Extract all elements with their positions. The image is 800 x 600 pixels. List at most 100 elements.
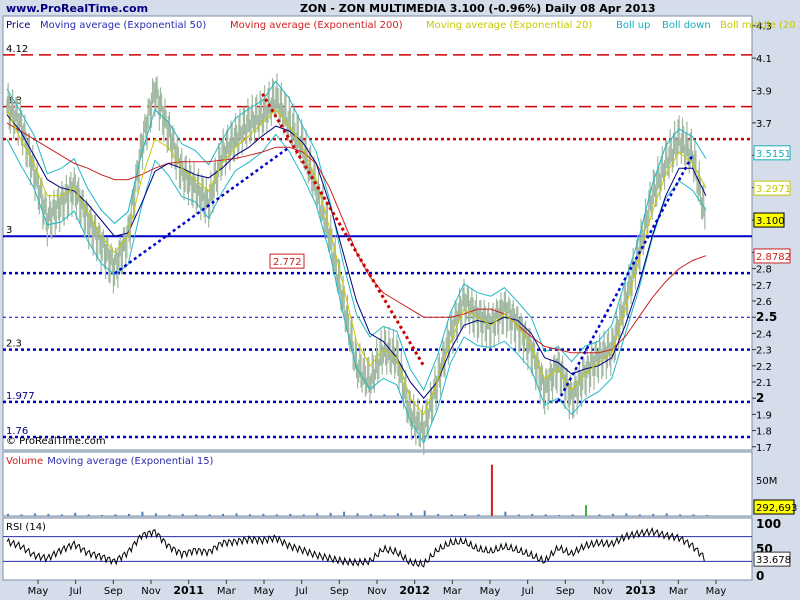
right-value-label: 2.8782 [756, 252, 791, 263]
volume-bar [20, 514, 23, 516]
volume-bar [692, 514, 695, 516]
volume-bar [706, 514, 708, 516]
volume-bar [114, 514, 117, 516]
chart-header: ZON - ZON MULTIMEDIA 3.100 (-0.96%) Dail… [300, 2, 656, 15]
site-link: www.ProRealTime.com [6, 2, 148, 15]
volume-bar [665, 513, 668, 516]
volume-bar [87, 514, 90, 516]
price-tick-label: 2.2 [756, 362, 772, 373]
volume-bar [625, 513, 628, 516]
volume-bar [127, 513, 130, 516]
rsi-panel [2, 517, 753, 581]
volume-bar [222, 513, 225, 516]
price-tick-label: 2.7 [756, 281, 772, 292]
chart-canvas: www.ProRealTime.com ZON - ZON MULTIMEDIA … [2, 2, 800, 597]
volume-bar [585, 505, 588, 516]
volume-bar [410, 512, 413, 516]
legend-price-item: Boll down [662, 20, 711, 31]
volume-bar [7, 513, 9, 516]
level-label: 4.12 [6, 44, 28, 55]
volume-value-label: 292,693 [756, 503, 797, 514]
x-tick-label: Jul [69, 586, 82, 597]
x-tick-label: Jul [295, 586, 308, 597]
volume-bar [531, 513, 534, 516]
volume-tick-label: 50M [756, 476, 777, 487]
x-tick-label: May [706, 586, 727, 597]
x-tick-label: Nov [141, 586, 161, 597]
volume-bar [571, 514, 574, 516]
volume-bar [423, 510, 426, 516]
volume-bar [477, 514, 480, 516]
price-tick-label: 2 [756, 391, 764, 405]
legend-price-item: Moving average (Exponential 50) [40, 20, 206, 31]
volume-bar [356, 513, 359, 516]
price-tick-label: 2.8 [756, 265, 772, 276]
price-tick-label: 4.1 [756, 54, 772, 65]
volume-bar [490, 464, 493, 516]
volume-bar [289, 513, 292, 516]
right-value-label: 3.2971 [756, 184, 791, 195]
price-tick-label: 2.6 [756, 297, 772, 308]
right-value-label: 3.5151 [756, 149, 791, 160]
price-tick-label: 2.3 [756, 346, 772, 357]
volume-bar [235, 513, 238, 516]
legend-price-item: Price [6, 20, 30, 31]
level-label: 2.772 [273, 257, 302, 268]
chart-window: www.ProRealTime.com ZON - ZON MULTIMEDIA … [0, 0, 800, 600]
legend-price-item: Boll up [616, 20, 650, 31]
volume-bar [47, 513, 50, 516]
x-tick-label: Mar [669, 586, 689, 597]
volume-bar [168, 514, 171, 516]
x-tick-label: 2013 [625, 584, 656, 597]
legend-volume-item: Volume [6, 456, 43, 467]
volume-bar [383, 514, 386, 516]
price-tick-label: 2.5 [756, 310, 777, 324]
volume-bar [369, 513, 372, 516]
x-tick-label: 2011 [173, 584, 204, 597]
volume-bar [101, 514, 104, 516]
volume-bar [396, 513, 399, 516]
watermark: © ProRealTime.com [6, 436, 106, 447]
x-tick-label: Nov [593, 586, 613, 597]
x-tick-label: May [254, 586, 275, 597]
volume-bar [154, 513, 157, 516]
price-tick-label: 3.9 [756, 86, 772, 97]
volume-bar [195, 514, 198, 516]
level-label: 1.977 [6, 391, 35, 402]
volume-bar [181, 513, 184, 516]
legend-price-item: Moving average (Exponential 20) [426, 20, 592, 31]
legend-price-item: Moving average (Exponential 200) [230, 20, 403, 31]
volume-bar [558, 514, 561, 516]
volume-bar [275, 514, 278, 516]
volume-bar [598, 514, 601, 516]
level-label: 2.3 [6, 339, 22, 350]
price-tick-label: 1.7 [756, 443, 772, 454]
price-tick-label: 3.7 [756, 119, 772, 130]
volume-bar [638, 514, 641, 516]
volume-bar [60, 514, 63, 516]
volume-bar [652, 513, 655, 516]
level-label: 3 [6, 225, 12, 236]
x-tick-label: Sep [104, 586, 123, 597]
x-tick-label: Sep [556, 586, 575, 597]
volume-bar [464, 513, 467, 516]
rsi-tick-label: 100 [756, 517, 781, 531]
volume-bar [74, 512, 77, 516]
rsi-tick-label: 0 [756, 569, 764, 583]
volume-bar [262, 513, 265, 516]
volume-bar [208, 514, 211, 516]
volume-bar [450, 514, 453, 516]
x-tick-label: 2012 [399, 584, 430, 597]
price-tick-label: 1.9 [756, 410, 772, 421]
volume-bar [679, 514, 682, 516]
volume-bar [33, 513, 36, 516]
x-tick-label: May [28, 586, 49, 597]
volume-bar [504, 511, 507, 516]
volume-bar [316, 513, 319, 516]
x-tick-label: Sep [330, 586, 349, 597]
x-tick-label: Nov [367, 586, 387, 597]
x-tick-label: May [480, 586, 501, 597]
x-tick-label: Jul [521, 586, 534, 597]
legend-price-item: Boll middle (20 2) [720, 20, 800, 31]
volume-bar [141, 511, 144, 516]
